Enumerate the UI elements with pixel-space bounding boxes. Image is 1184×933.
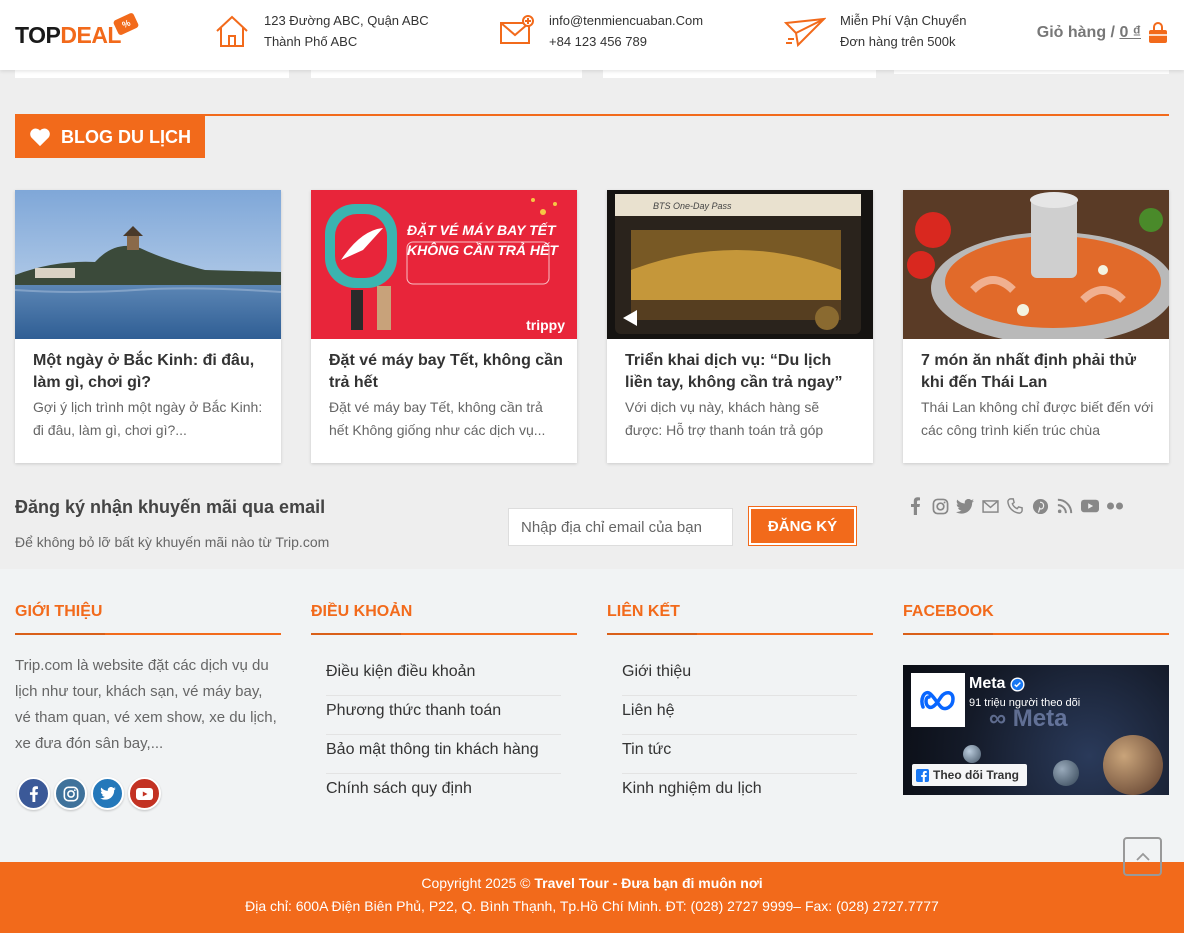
site-footer: GIỚI THIỆU Trip.com là website đặt các d… <box>0 569 1184 862</box>
blog-card[interactable]: BTS One-Day Pass Triển khai dịch vụ: “Du… <box>607 190 873 463</box>
home-icon <box>216 15 248 47</box>
footer-terms-title: ĐIỀU KHOẢN <box>311 603 413 620</box>
heart-icon <box>30 128 50 147</box>
footer-divider <box>607 633 873 635</box>
card-edge <box>603 70 876 78</box>
site-header: TOPDEAL % 123 Đường ABC, Quận ABC Thành … <box>0 0 1184 70</box>
newsletter-subtitle: Để không bỏ lỡ bất kỳ khuyến mãi nào từ … <box>15 534 330 550</box>
fb-page-name[interactable]: Meta <box>969 675 1025 693</box>
facebook-icon[interactable] <box>906 496 924 516</box>
verified-badge-icon <box>1010 676 1025 692</box>
blog-card-title[interactable]: Triển khai dịch vụ: “Du lịch liền tay, k… <box>625 350 860 394</box>
site-logo[interactable]: TOPDEAL % <box>15 12 140 49</box>
footer-links-list: Giới thiệu Liên hệ Tin tức Kinh nghiệm d… <box>622 657 857 813</box>
footer-link[interactable]: Giới thiệu <box>622 657 857 696</box>
instagram-icon[interactable] <box>931 496 949 516</box>
header-address: 123 Đường ABC, Quận ABC Thành Phố ABC <box>214 10 429 52</box>
footer-divider <box>311 633 577 635</box>
footer-about-text: Trip.com là website đặt các dịch vụ du l… <box>15 657 277 752</box>
newsletter-title: Đăng ký nhận khuyến mãi qua email <box>15 497 326 517</box>
footer-link[interactable]: Liên hệ <box>622 696 857 735</box>
blog-card[interactable]: Một ngày ở Bắc Kinh: đi đâu, làm gì, chơ… <box>15 190 281 463</box>
footer-divider <box>15 633 281 635</box>
facebook-icon[interactable] <box>17 777 50 810</box>
footer-facebook-title: FACEBOOK <box>903 603 994 620</box>
widget-decoration <box>1103 735 1163 795</box>
blog-card[interactable]: 7 món ăn nhất định phải thử khi đến Thái… <box>903 190 1169 463</box>
footer-link[interactable]: Kinh nghiệm du lịch <box>622 774 857 813</box>
pinterest-icon[interactable] <box>1031 496 1049 516</box>
back-to-top-button[interactable] <box>1123 837 1162 876</box>
card-edge <box>15 70 289 78</box>
instagram-icon[interactable] <box>54 777 87 810</box>
blog-card-excerpt: Thái Lan không chỉ được biết đến với các… <box>921 399 1154 438</box>
blog-section-title: BLOG DU LỊCH <box>15 116 205 158</box>
envelope-icon[interactable] <box>981 496 999 516</box>
blog-card-image[interactable]: BTS One-Day Pass <box>607 190 873 339</box>
blog-card-title[interactable]: Đặt vé máy bay Tết, không cần trả hết <box>329 350 564 394</box>
rss-icon[interactable] <box>1056 496 1074 516</box>
header-shipping: Miễn Phí Vận Chuyển Đơn hàng trên 500k <box>784 10 966 52</box>
copyright-bar: Copyright 2025 © Travel Tour - Đưa bạn đ… <box>0 862 1184 933</box>
blog-card-excerpt: Đặt vé máy bay Tết, không cần trả hết Kh… <box>329 399 546 438</box>
footer-terms-list: Điều kiện điều khoản Phương thức thanh t… <box>326 657 561 813</box>
social-links-row <box>906 496 1124 516</box>
footer-link[interactable]: Tin tức <box>622 735 857 774</box>
chevron-up-icon <box>1135 852 1150 861</box>
phone-icon[interactable] <box>1006 496 1024 516</box>
card-edge <box>894 70 1169 74</box>
footer-social-links <box>17 777 161 810</box>
fb-follow-button[interactable]: Theo dõi Trang <box>912 764 1027 786</box>
shopping-bag-icon <box>1149 22 1167 43</box>
meta-infinity-icon <box>920 690 955 711</box>
youtube-icon[interactable] <box>128 777 161 810</box>
widget-decoration <box>1053 760 1079 786</box>
meta-logo[interactable] <box>911 673 965 727</box>
newsletter-email-input[interactable] <box>508 508 733 546</box>
widget-decoration <box>963 745 981 763</box>
blog-card-title[interactable]: 7 món ăn nhất định phải thử khi đến Thái… <box>921 350 1156 394</box>
footer-terms-link[interactable]: Bảo mật thông tin khách hàng <box>326 735 561 774</box>
copyright-line: Copyright 2025 © Travel Tour - Đưa bạn đ… <box>421 875 763 891</box>
flickr-icon[interactable] <box>1106 496 1124 516</box>
blog-card-excerpt: Gợi ý lịch trình một ngày ở Bắc Kinh: đi… <box>33 399 263 438</box>
blog-card-title[interactable]: Một ngày ở Bắc Kinh: đi đâu, làm gì, chơ… <box>33 350 268 394</box>
subscribe-button[interactable]: ĐĂNG KÝ <box>749 507 856 545</box>
footer-divider <box>903 633 1169 635</box>
blog-card-excerpt: Với dịch vụ này, khách hàng sẽ được: Hỗ … <box>625 399 824 438</box>
blog-card-image[interactable]: ĐẶT VÉ MÁY BAY TẾT KHÔNG CẦN TRẢ HẾT tri… <box>311 190 577 339</box>
facebook-icon <box>916 768 929 782</box>
blog-card-image[interactable] <box>15 190 281 339</box>
twitter-icon[interactable] <box>956 496 974 516</box>
cart-amount: 0 ₫ <box>1119 24 1141 41</box>
footer-terms-link[interactable]: Chính sách quy định <box>326 774 561 813</box>
cart-link[interactable]: Giỏ hàng / 0 ₫ <box>1037 22 1169 44</box>
card-edge <box>311 70 582 78</box>
footer-links-title: LIÊN KẾT <box>607 603 680 620</box>
blog-card-image[interactable] <box>903 190 1169 339</box>
footer-terms-link[interactable]: Điều kiện điều khoản <box>326 657 561 696</box>
mail-icon <box>500 15 534 44</box>
twitter-icon[interactable] <box>91 777 124 810</box>
fb-followers: 91 triệu người theo dõi <box>969 697 1081 709</box>
plane-icon <box>784 17 826 48</box>
footer-about-title: GIỚI THIỆU <box>15 603 103 620</box>
copyright-address: Địa chỉ: 600A Điện Biên Phủ, P22, Q. Bìn… <box>245 898 939 914</box>
header-contact: info@tenmiencuaban.Com +84 123 456 789 <box>499 10 703 52</box>
copyright-brand[interactable]: Travel Tour - Đưa bạn đi muôn nơi <box>534 875 762 891</box>
youtube-icon[interactable] <box>1081 496 1099 516</box>
footer-terms-link[interactable]: Phương thức thanh toán <box>326 696 561 735</box>
facebook-page-widget[interactable]: ∞ Meta Meta 91 triệu người theo dõi Theo… <box>903 665 1169 795</box>
blog-card[interactable]: ĐẶT VÉ MÁY BAY TẾT KHÔNG CẦN TRẢ HẾT tri… <box>311 190 577 463</box>
